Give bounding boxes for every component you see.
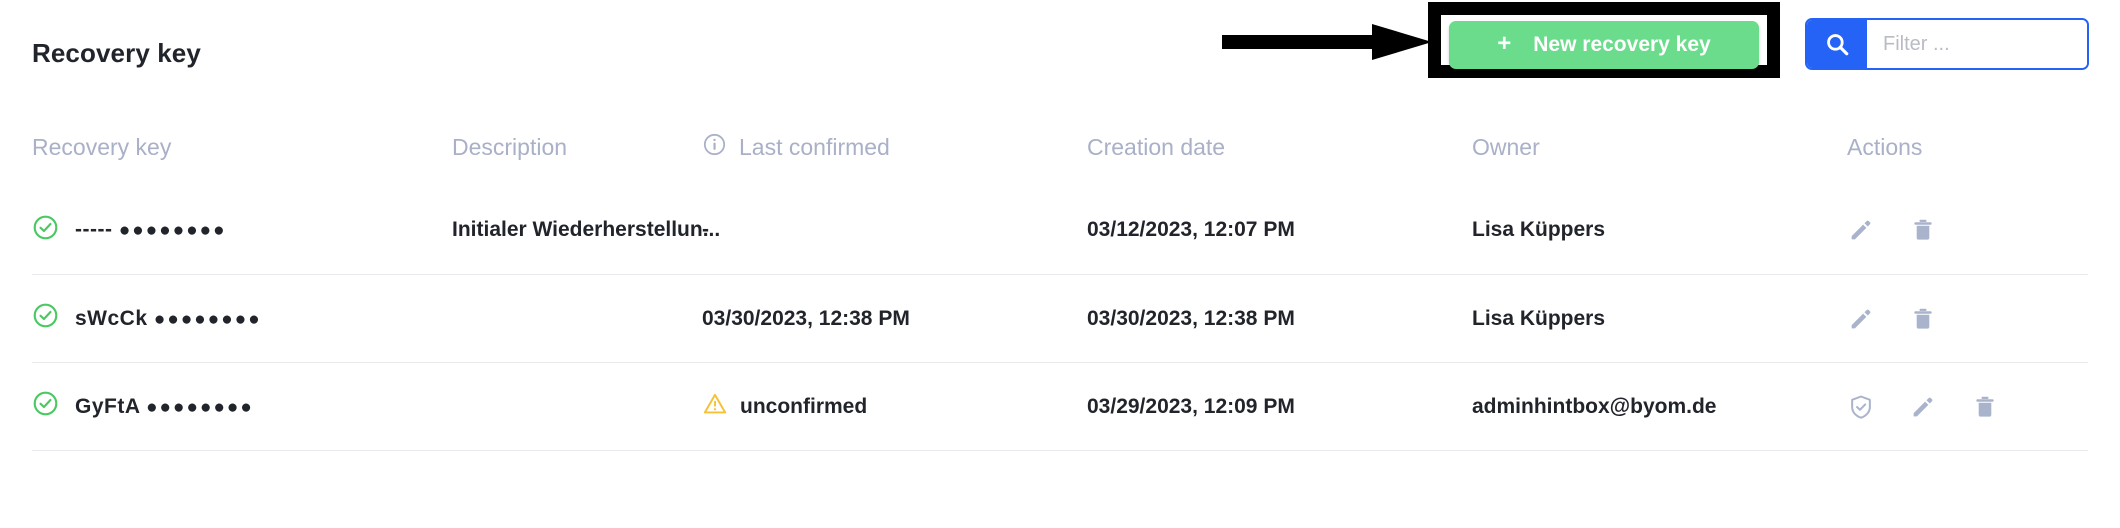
cell-recovery-key: sWcCk ●●●●●●●● xyxy=(32,302,452,335)
page-toolbar: Recovery key + New recovery key xyxy=(0,0,2120,108)
recovery-key-masked: ●●●●●●●● xyxy=(118,220,227,241)
new-recovery-key-button[interactable]: + New recovery key xyxy=(1449,21,1759,69)
column-header-label: Owner xyxy=(1472,133,1540,160)
edit-icon[interactable] xyxy=(1847,305,1875,333)
delete-icon[interactable] xyxy=(1909,305,1937,333)
column-header-actions: Actions xyxy=(1817,134,2088,161)
recovery-key-masked: ●●●●●●●● xyxy=(146,396,254,418)
filter-search-box[interactable] xyxy=(1805,18,2089,70)
warning-icon xyxy=(702,391,728,423)
column-header-label: Last confirmed xyxy=(739,133,890,160)
recovery-key-page: Recovery key + New recovery key Rec xyxy=(0,0,2120,528)
recovery-key-prefix: ----- xyxy=(75,218,113,241)
table-bottom-divider xyxy=(32,450,2088,451)
annotation-arrow-icon xyxy=(1222,24,1432,60)
column-header-label: Recovery key xyxy=(32,133,172,160)
recovery-key-prefix: sWcCk xyxy=(75,306,148,330)
recovery-key-prefix: GyFtA xyxy=(75,394,140,418)
table-row[interactable]: GyFtA ●●●●●●●● unconfirmed 03/29/2023, 1… xyxy=(32,362,2088,450)
cell-last-confirmed: unconfirmed xyxy=(702,391,1087,423)
cell-creation-date: 03/29/2023, 12:09 PM xyxy=(1087,394,1295,418)
cell-owner: adminhintbox@byom.de xyxy=(1472,394,1717,418)
column-header-creation-date[interactable]: Creation date xyxy=(1087,134,1472,161)
page-title: Recovery key xyxy=(32,38,201,68)
column-header-owner[interactable]: Owner xyxy=(1472,134,1817,161)
delete-icon[interactable] xyxy=(1909,216,1937,244)
recovery-keys-table: Recovery key Description Last confirmed … xyxy=(0,108,2120,451)
column-header-last-confirmed[interactable]: Last confirmed xyxy=(702,132,1087,163)
new-recovery-key-label: New recovery key xyxy=(1533,33,1711,56)
cell-creation-date: 03/12/2023, 12:07 PM xyxy=(1087,218,1295,241)
cell-actions xyxy=(1817,216,2088,244)
edit-icon[interactable] xyxy=(1909,393,1937,421)
check-circle-icon xyxy=(32,390,59,423)
edit-icon[interactable] xyxy=(1847,216,1875,244)
check-circle-icon xyxy=(32,214,59,247)
table-row[interactable]: sWcCk ●●●●●●●● 03/30/2023, 12:38 PM 03/3… xyxy=(32,274,2088,362)
column-header-description[interactable]: Description xyxy=(452,134,702,161)
cell-owner: Lisa Küppers xyxy=(1472,218,1606,241)
table-header-row: Recovery key Description Last confirmed … xyxy=(32,108,2088,186)
plus-icon: + xyxy=(1497,30,1512,57)
filter-input[interactable] xyxy=(1867,20,2087,68)
search-icon[interactable] xyxy=(1807,20,1867,68)
info-icon[interactable] xyxy=(702,132,727,163)
shield-check-icon[interactable] xyxy=(1847,393,1875,421)
last-confirmed-status: unconfirmed xyxy=(740,394,868,418)
cell-actions xyxy=(1817,305,2088,333)
cell-last-confirmed: - xyxy=(702,218,709,241)
column-header-recovery-key[interactable]: Recovery key xyxy=(32,134,452,161)
cell-description: Initialer Wiederherstellun... xyxy=(452,218,721,241)
column-header-label: Creation date xyxy=(1087,133,1226,160)
cell-recovery-key: ----- ●●●●●●●● xyxy=(32,214,452,247)
cell-last-confirmed: 03/30/2023, 12:38 PM xyxy=(702,306,910,330)
check-circle-icon xyxy=(32,302,59,335)
recovery-key-masked: ●●●●●●●● xyxy=(153,308,262,330)
delete-icon[interactable] xyxy=(1971,393,1999,421)
column-header-label: Actions xyxy=(1847,133,1923,160)
table-row[interactable]: ----- ●●●●●●●● Initialer Wiederherstellu… xyxy=(32,186,2088,274)
cell-creation-date: 03/30/2023, 12:38 PM xyxy=(1087,306,1295,330)
cell-recovery-key: GyFtA ●●●●●●●● xyxy=(32,390,452,423)
column-header-label: Description xyxy=(452,133,568,160)
cell-owner: Lisa Küppers xyxy=(1472,306,1606,330)
cell-actions xyxy=(1817,393,2088,421)
